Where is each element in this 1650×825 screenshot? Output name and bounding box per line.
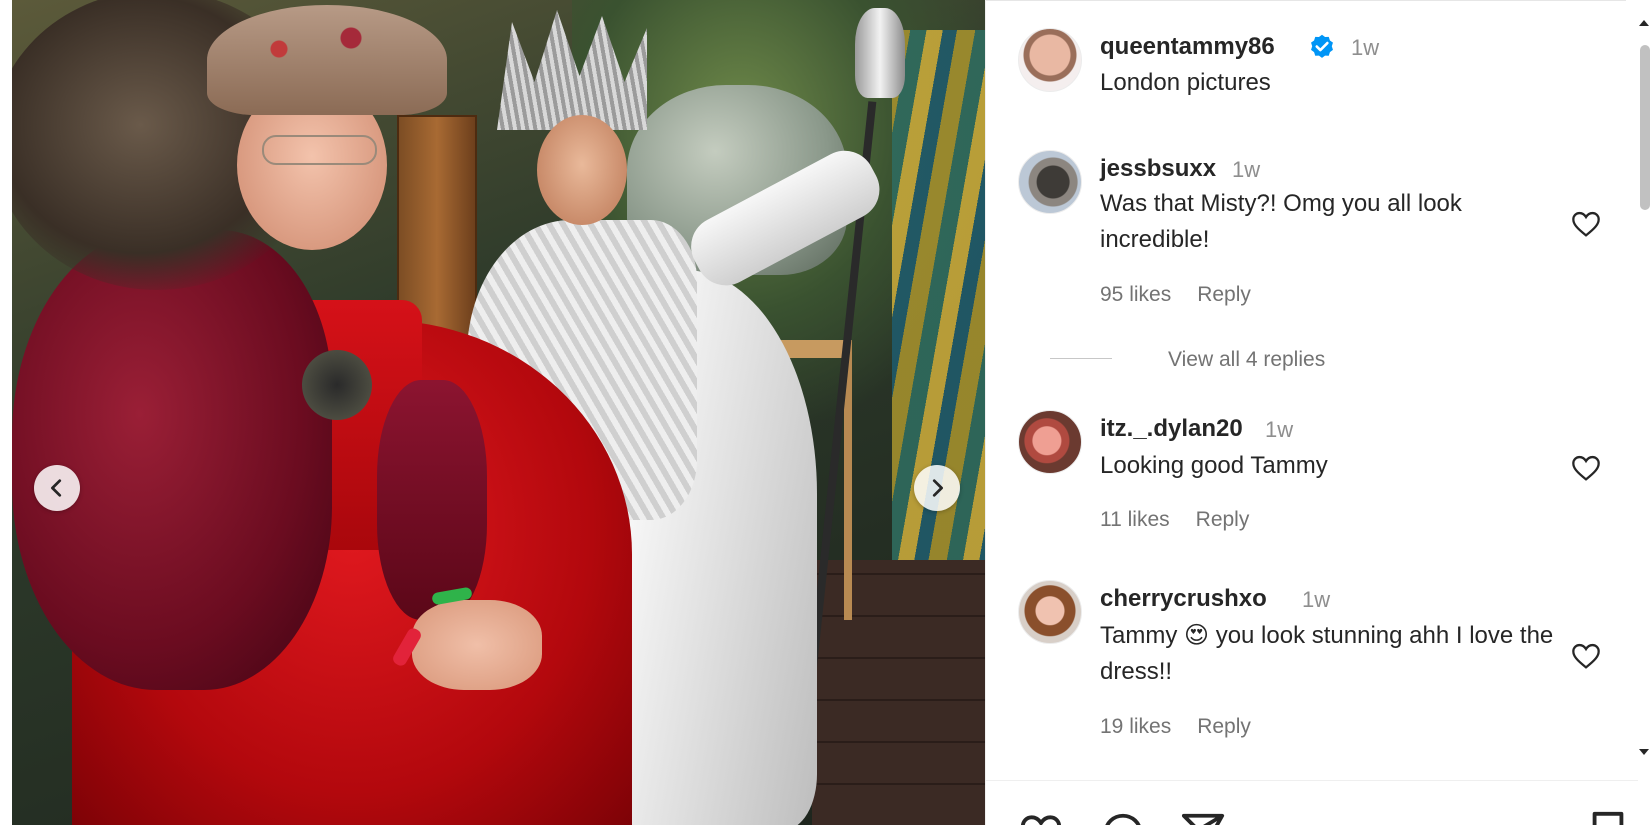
post-time: 1w [1351,35,1380,60]
view-replies-button[interactable]: View all 4 replies [1168,348,1325,372]
previous-photo-button[interactable] [34,465,80,511]
commenter-avatar[interactable] [1018,150,1082,214]
comment-text: Looking good Tammy [1100,452,1328,479]
share-icon[interactable] [1180,810,1226,825]
post-photo [12,0,985,825]
author-username[interactable]: queentammy86 [1100,33,1275,61]
comment-username[interactable]: jessbsuxx [1100,155,1216,183]
comment-time: 1w [1232,157,1261,182]
heart-icon[interactable] [1570,640,1602,672]
heart-icon[interactable] [1570,452,1602,484]
chevron-left-icon [51,479,62,497]
next-photo-button[interactable] [914,465,960,511]
comment-meta: 11 likes Reply [1100,508,1275,532]
comment-icon[interactable] [1100,810,1146,825]
comment-meta: 95 likes Reply [1100,283,1277,307]
chevron-right-icon [932,479,943,497]
lantern [855,8,905,98]
comment-username[interactable]: itz._.dylan20 [1100,415,1243,443]
scrollbar-thumb[interactable] [1640,45,1650,210]
scroll-up-arrow-icon[interactable] [1638,16,1650,30]
reply-button[interactable]: Reply [1196,508,1250,531]
heart-icon[interactable] [1570,208,1602,240]
person-red-costume [12,0,632,825]
comment-username[interactable]: cherrycrushxo [1100,585,1267,613]
post-caption: London pictures [1100,69,1271,96]
comment-likes[interactable]: 11 likes [1100,508,1170,531]
reply-button[interactable]: Reply [1197,283,1251,306]
comment-time: 1w [1265,417,1294,442]
like-icon[interactable] [1018,810,1064,825]
comments-panel [985,0,1650,825]
scroll-down-arrow-icon[interactable] [1638,745,1650,759]
author-avatar[interactable] [1018,28,1082,92]
replies-line [1050,358,1112,359]
comment-text: Was that Misty?! Omg you all look incred… [1100,190,1462,253]
comment-time: 1w [1302,587,1331,612]
comment-text: Tammy 😍 you look stunning ahh I love the… [1100,622,1554,685]
comment-likes[interactable]: 95 likes [1100,283,1171,306]
commenter-avatar[interactable] [1018,580,1082,644]
panel-top-border [986,0,1626,4]
reply-button[interactable]: Reply [1197,715,1251,738]
comment-meta: 19 likes Reply [1100,715,1277,739]
bookmark-icon[interactable] [1585,810,1631,825]
comment-likes[interactable]: 19 likes [1100,715,1171,738]
commenter-avatar[interactable] [1018,410,1082,474]
actions-divider [985,780,1650,781]
verified-badge-icon [1311,34,1333,58]
